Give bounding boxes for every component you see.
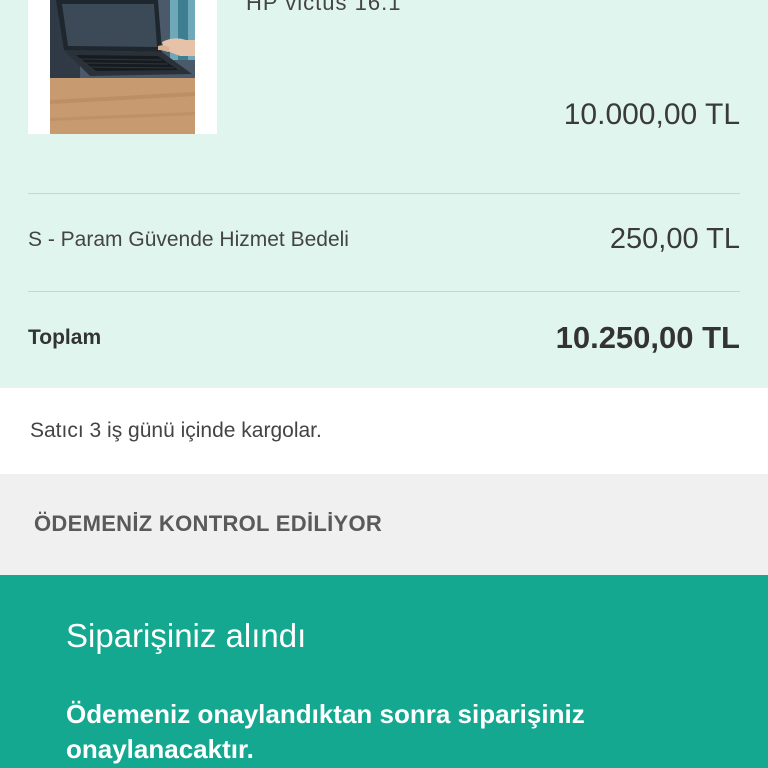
divider	[28, 193, 740, 194]
order-summary: HP victus 16.1 10.000,00 TL S - Param Gü…	[0, 0, 768, 388]
total-value: 10.250,00 TL	[555, 320, 740, 355]
divider	[28, 291, 740, 292]
product-thumbnail[interactable]	[28, 0, 217, 134]
service-fee-value: 250,00 TL	[609, 223, 740, 255]
service-fee-label: S - Param Güvende Hizmet Bedeli	[28, 228, 349, 251]
laptop-photo	[50, 0, 195, 134]
order-confirmation-screen: HP victus 16.1 10.000,00 TL S - Param Gü…	[0, 0, 768, 768]
payment-status-bar: ÖDEMENİZ KONTROL EDİLİYOR	[0, 474, 768, 575]
banner-title: Siparişiniz alındı	[66, 617, 307, 654]
shipping-note: Satıcı 3 iş günü içinde kargolar.	[30, 419, 322, 442]
order-received-banner: Siparişiniz alındı Ödemeniz onaylandıkta…	[0, 575, 768, 768]
total-label: Toplam	[28, 326, 102, 349]
product-name[interactable]: HP victus 16.1	[246, 0, 401, 16]
banner-message: Ödemeniz onaylandıktan sonra siparişiniz…	[66, 699, 585, 764]
payment-status-text: ÖDEMENİZ KONTROL EDİLİYOR	[34, 511, 383, 536]
product-price: 10.000,00 TL	[563, 98, 740, 131]
